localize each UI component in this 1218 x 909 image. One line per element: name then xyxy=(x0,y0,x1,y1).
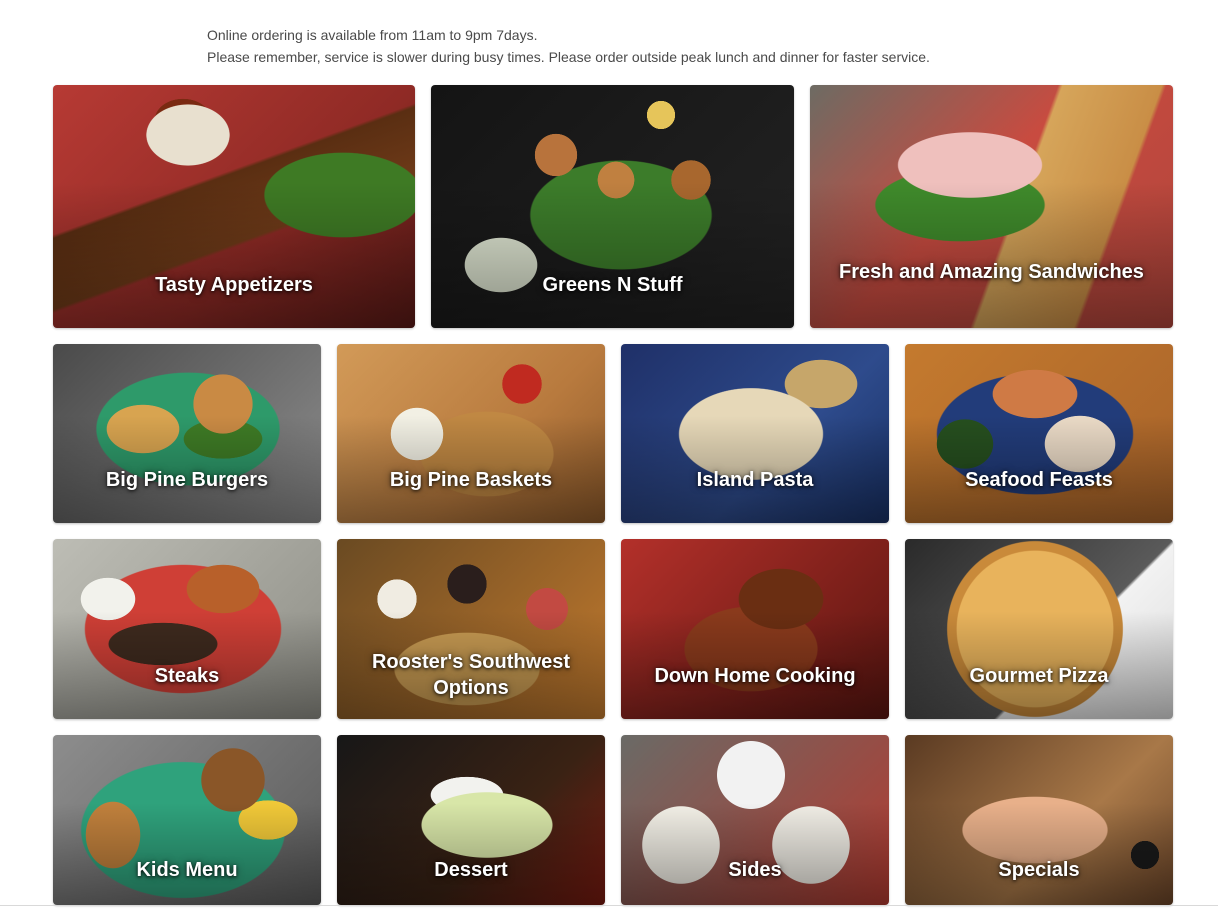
category-label: Big Pine Baskets xyxy=(389,469,553,491)
category-card-roosters-southwest[interactable]: Rooster's Southwest Options xyxy=(337,539,605,719)
category-label: Seafood Feasts xyxy=(965,469,1113,491)
category-card-down-home-cooking[interactable]: Down Home Cooking xyxy=(621,539,889,719)
ordering-notice: Online ordering is available from 11am t… xyxy=(207,24,1167,68)
category-label: Gourmet Pizza xyxy=(969,665,1109,687)
category-label: Specials xyxy=(998,859,1080,881)
category-card-sandwiches[interactable]: Fresh and Amazing Sandwiches xyxy=(810,85,1173,328)
category-label: Greens N Stuff xyxy=(542,274,683,296)
category-card-big-pine-burgers[interactable]: Big Pine Burgers xyxy=(53,344,321,523)
category-label: Big Pine Burgers xyxy=(105,469,269,491)
category-label: Dessert xyxy=(434,859,508,881)
page-divider xyxy=(0,905,1218,906)
category-card-sides[interactable]: Sides xyxy=(621,735,889,905)
category-card-greens-n-stuff[interactable]: Greens N Stuff xyxy=(431,85,794,328)
category-label: Steaks xyxy=(154,665,220,687)
category-card-specials[interactable]: Specials xyxy=(905,735,1173,905)
category-label: Island Pasta xyxy=(696,469,814,491)
busy-times-text: Please remember, service is slower durin… xyxy=(207,49,930,65)
category-card-steaks[interactable]: Steaks xyxy=(53,539,321,719)
category-card-island-pasta[interactable]: Island Pasta xyxy=(621,344,889,523)
category-label: Rooster's Southwest Options xyxy=(371,651,571,699)
category-card-tasty-appetizers[interactable]: Tasty Appetizers xyxy=(53,85,415,328)
category-label: Sides xyxy=(728,859,782,881)
category-label: Tasty Appetizers xyxy=(155,274,313,296)
category-label: Kids Menu xyxy=(136,859,238,881)
category-card-kids-menu[interactable]: Kids Menu xyxy=(53,735,321,905)
category-card-big-pine-baskets[interactable]: Big Pine Baskets xyxy=(337,344,605,523)
category-label: Fresh and Amazing Sandwiches xyxy=(839,261,1144,283)
category-card-dessert[interactable]: Dessert xyxy=(337,735,605,905)
category-card-gourmet-pizza[interactable]: Gourmet Pizza xyxy=(905,539,1173,719)
category-card-seafood-feasts[interactable]: Seafood Feasts xyxy=(905,344,1173,523)
ordering-hours-text: Online ordering is available from 11am t… xyxy=(207,27,538,43)
category-label: Down Home Cooking xyxy=(654,665,856,687)
